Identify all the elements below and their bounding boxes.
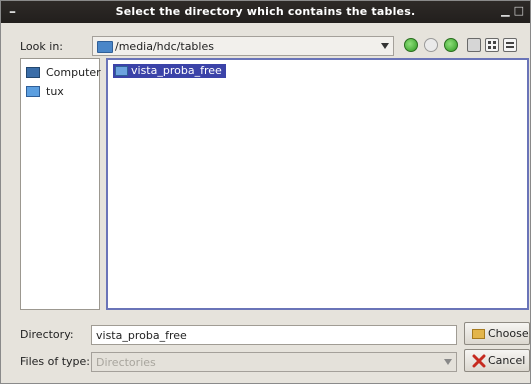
home-folder-icon (26, 86, 40, 97)
list-view-icon[interactable] (485, 38, 499, 52)
title-bar: – Select the directory which contains th… (1, 1, 530, 23)
folder-icon (97, 41, 113, 53)
filetype-value: Directories (96, 356, 156, 369)
go-up-icon[interactable] (444, 38, 458, 52)
new-folder-icon[interactable] (467, 38, 481, 52)
file-list[interactable]: vista_proba_free (106, 58, 529, 310)
cancel-label: Cancel (488, 354, 526, 367)
filetype-label: Files of type: (20, 355, 91, 368)
lookin-path: /media/hdc/tables (115, 40, 214, 53)
directory-chooser-dialog: – Select the directory which contains th… (0, 0, 531, 384)
dropdown-arrow-icon[interactable] (444, 359, 452, 365)
directory-input[interactable]: vista_proba_free (91, 325, 457, 345)
lookin-combo[interactable]: /media/hdc/tables (92, 36, 394, 56)
computer-icon (26, 67, 40, 78)
detail-view-icon[interactable] (503, 38, 517, 52)
go-back-icon[interactable] (404, 38, 418, 52)
cancel-icon (472, 354, 486, 368)
directory-label: Directory: (20, 328, 74, 341)
folder-icon (115, 66, 128, 76)
file-name: vista_proba_free (131, 64, 222, 77)
directory-value: vista_proba_free (96, 329, 187, 342)
choose-button[interactable]: Choose (464, 322, 530, 345)
sidebar-item-label: Computer (46, 66, 101, 79)
minimize-icon[interactable]: ▁ (501, 4, 509, 17)
lookin-label: Look in: (20, 40, 63, 53)
places-sidebar: Computer tux (20, 58, 101, 310)
list-item[interactable]: vista_proba_free (113, 64, 226, 78)
sidebar-item-label: tux (46, 85, 64, 98)
window-title: Select the directory which contains the … (115, 5, 416, 18)
cancel-button[interactable]: Cancel (464, 349, 530, 372)
maximize-icon[interactable]: □ (514, 4, 524, 17)
open-folder-icon (472, 329, 485, 339)
dropdown-arrow-icon[interactable] (381, 43, 389, 49)
window-controls: ▁ □ (501, 4, 524, 17)
choose-label: Choose (488, 327, 529, 340)
go-forward-icon[interactable] (424, 38, 438, 52)
filetype-combo[interactable]: Directories (91, 352, 457, 372)
